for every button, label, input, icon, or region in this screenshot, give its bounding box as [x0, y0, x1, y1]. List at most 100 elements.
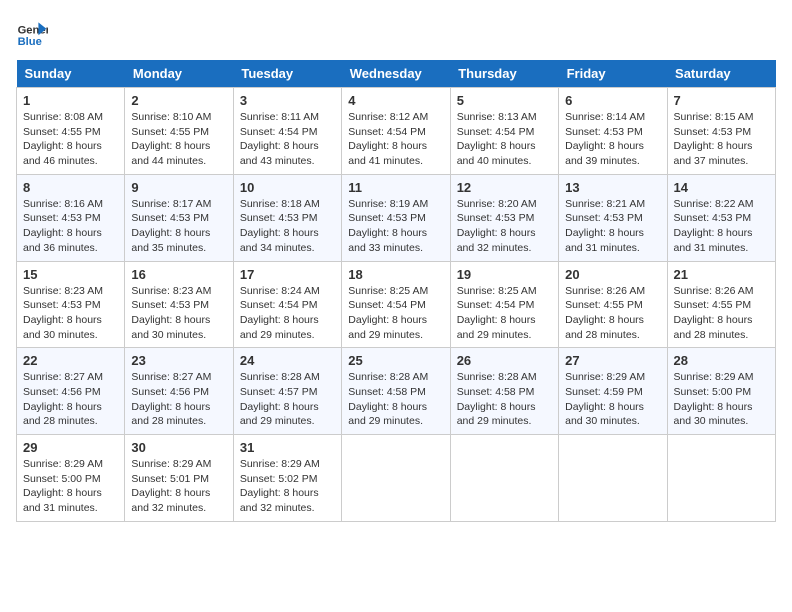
calendar-cell-25: 25 Sunrise: 8:28 AM Sunset: 4:58 PM Dayl… — [342, 348, 450, 435]
day-number: 30 — [131, 440, 226, 455]
page-header: General Blue — [16, 16, 776, 48]
cell-info: Sunrise: 8:26 AM Sunset: 4:55 PM Dayligh… — [565, 284, 660, 343]
day-number: 19 — [457, 267, 552, 282]
day-header-friday: Friday — [559, 60, 667, 88]
day-number: 24 — [240, 353, 335, 368]
calendar-cell-21: 21 Sunrise: 8:26 AM Sunset: 4:55 PM Dayl… — [667, 261, 775, 348]
day-header-saturday: Saturday — [667, 60, 775, 88]
day-number: 16 — [131, 267, 226, 282]
day-number: 4 — [348, 93, 443, 108]
logo-icon: General Blue — [16, 16, 48, 48]
calendar-cell-19: 19 Sunrise: 8:25 AM Sunset: 4:54 PM Dayl… — [450, 261, 558, 348]
calendar-cell-11: 11 Sunrise: 8:19 AM Sunset: 4:53 PM Dayl… — [342, 174, 450, 261]
cell-info: Sunrise: 8:25 AM Sunset: 4:54 PM Dayligh… — [348, 284, 443, 343]
calendar-cell-20: 20 Sunrise: 8:26 AM Sunset: 4:55 PM Dayl… — [559, 261, 667, 348]
cell-info: Sunrise: 8:11 AM Sunset: 4:54 PM Dayligh… — [240, 110, 335, 169]
empty-cell — [667, 435, 775, 522]
day-number: 7 — [674, 93, 769, 108]
calendar-cell-26: 26 Sunrise: 8:28 AM Sunset: 4:58 PM Dayl… — [450, 348, 558, 435]
day-number: 29 — [23, 440, 118, 455]
cell-info: Sunrise: 8:28 AM Sunset: 4:58 PM Dayligh… — [348, 370, 443, 429]
cell-info: Sunrise: 8:25 AM Sunset: 4:54 PM Dayligh… — [457, 284, 552, 343]
cell-info: Sunrise: 8:17 AM Sunset: 4:53 PM Dayligh… — [131, 197, 226, 256]
calendar-cell-18: 18 Sunrise: 8:25 AM Sunset: 4:54 PM Dayl… — [342, 261, 450, 348]
day-header-wednesday: Wednesday — [342, 60, 450, 88]
day-header-sunday: Sunday — [17, 60, 125, 88]
cell-info: Sunrise: 8:10 AM Sunset: 4:55 PM Dayligh… — [131, 110, 226, 169]
cell-info: Sunrise: 8:16 AM Sunset: 4:53 PM Dayligh… — [23, 197, 118, 256]
day-number: 11 — [348, 180, 443, 195]
cell-info: Sunrise: 8:08 AM Sunset: 4:55 PM Dayligh… — [23, 110, 118, 169]
day-number: 28 — [674, 353, 769, 368]
calendar-table: SundayMondayTuesdayWednesdayThursdayFrid… — [16, 60, 776, 522]
cell-info: Sunrise: 8:24 AM Sunset: 4:54 PM Dayligh… — [240, 284, 335, 343]
empty-cell — [450, 435, 558, 522]
day-number: 21 — [674, 267, 769, 282]
day-number: 1 — [23, 93, 118, 108]
day-number: 17 — [240, 267, 335, 282]
cell-info: Sunrise: 8:29 AM Sunset: 5:02 PM Dayligh… — [240, 457, 335, 516]
calendar-cell-29: 29 Sunrise: 8:29 AM Sunset: 5:00 PM Dayl… — [17, 435, 125, 522]
calendar-cell-2: 2 Sunrise: 8:10 AM Sunset: 4:55 PM Dayli… — [125, 88, 233, 175]
day-number: 13 — [565, 180, 660, 195]
cell-info: Sunrise: 8:18 AM Sunset: 4:53 PM Dayligh… — [240, 197, 335, 256]
cell-info: Sunrise: 8:28 AM Sunset: 4:58 PM Dayligh… — [457, 370, 552, 429]
cell-info: Sunrise: 8:13 AM Sunset: 4:54 PM Dayligh… — [457, 110, 552, 169]
calendar-cell-27: 27 Sunrise: 8:29 AM Sunset: 4:59 PM Dayl… — [559, 348, 667, 435]
calendar-cell-10: 10 Sunrise: 8:18 AM Sunset: 4:53 PM Dayl… — [233, 174, 341, 261]
cell-info: Sunrise: 8:20 AM Sunset: 4:53 PM Dayligh… — [457, 197, 552, 256]
calendar-cell-15: 15 Sunrise: 8:23 AM Sunset: 4:53 PM Dayl… — [17, 261, 125, 348]
day-number: 2 — [131, 93, 226, 108]
calendar-cell-23: 23 Sunrise: 8:27 AM Sunset: 4:56 PM Dayl… — [125, 348, 233, 435]
cell-info: Sunrise: 8:29 AM Sunset: 5:00 PM Dayligh… — [23, 457, 118, 516]
day-header-tuesday: Tuesday — [233, 60, 341, 88]
cell-info: Sunrise: 8:21 AM Sunset: 4:53 PM Dayligh… — [565, 197, 660, 256]
calendar-cell-30: 30 Sunrise: 8:29 AM Sunset: 5:01 PM Dayl… — [125, 435, 233, 522]
day-number: 18 — [348, 267, 443, 282]
calendar-cell-22: 22 Sunrise: 8:27 AM Sunset: 4:56 PM Dayl… — [17, 348, 125, 435]
day-number: 22 — [23, 353, 118, 368]
cell-info: Sunrise: 8:27 AM Sunset: 4:56 PM Dayligh… — [23, 370, 118, 429]
cell-info: Sunrise: 8:29 AM Sunset: 4:59 PM Dayligh… — [565, 370, 660, 429]
day-number: 15 — [23, 267, 118, 282]
day-number: 6 — [565, 93, 660, 108]
cell-info: Sunrise: 8:14 AM Sunset: 4:53 PM Dayligh… — [565, 110, 660, 169]
calendar-cell-4: 4 Sunrise: 8:12 AM Sunset: 4:54 PM Dayli… — [342, 88, 450, 175]
day-number: 5 — [457, 93, 552, 108]
cell-info: Sunrise: 8:29 AM Sunset: 5:00 PM Dayligh… — [674, 370, 769, 429]
day-number: 26 — [457, 353, 552, 368]
calendar-cell-5: 5 Sunrise: 8:13 AM Sunset: 4:54 PM Dayli… — [450, 88, 558, 175]
day-number: 23 — [131, 353, 226, 368]
calendar-cell-12: 12 Sunrise: 8:20 AM Sunset: 4:53 PM Dayl… — [450, 174, 558, 261]
calendar-cell-28: 28 Sunrise: 8:29 AM Sunset: 5:00 PM Dayl… — [667, 348, 775, 435]
calendar-cell-31: 31 Sunrise: 8:29 AM Sunset: 5:02 PM Dayl… — [233, 435, 341, 522]
empty-cell — [342, 435, 450, 522]
logo: General Blue — [16, 16, 48, 48]
day-number: 27 — [565, 353, 660, 368]
calendar-cell-6: 6 Sunrise: 8:14 AM Sunset: 4:53 PM Dayli… — [559, 88, 667, 175]
day-number: 20 — [565, 267, 660, 282]
calendar-cell-17: 17 Sunrise: 8:24 AM Sunset: 4:54 PM Dayl… — [233, 261, 341, 348]
svg-text:Blue: Blue — [18, 36, 42, 48]
cell-info: Sunrise: 8:12 AM Sunset: 4:54 PM Dayligh… — [348, 110, 443, 169]
cell-info: Sunrise: 8:22 AM Sunset: 4:53 PM Dayligh… — [674, 197, 769, 256]
day-number: 12 — [457, 180, 552, 195]
day-number: 3 — [240, 93, 335, 108]
day-number: 14 — [674, 180, 769, 195]
calendar-cell-14: 14 Sunrise: 8:22 AM Sunset: 4:53 PM Dayl… — [667, 174, 775, 261]
calendar-cell-13: 13 Sunrise: 8:21 AM Sunset: 4:53 PM Dayl… — [559, 174, 667, 261]
day-header-monday: Monday — [125, 60, 233, 88]
calendar-cell-24: 24 Sunrise: 8:28 AM Sunset: 4:57 PM Dayl… — [233, 348, 341, 435]
cell-info: Sunrise: 8:28 AM Sunset: 4:57 PM Dayligh… — [240, 370, 335, 429]
calendar-cell-9: 9 Sunrise: 8:17 AM Sunset: 4:53 PM Dayli… — [125, 174, 233, 261]
cell-info: Sunrise: 8:23 AM Sunset: 4:53 PM Dayligh… — [131, 284, 226, 343]
calendar-cell-8: 8 Sunrise: 8:16 AM Sunset: 4:53 PM Dayli… — [17, 174, 125, 261]
cell-info: Sunrise: 8:26 AM Sunset: 4:55 PM Dayligh… — [674, 284, 769, 343]
cell-info: Sunrise: 8:29 AM Sunset: 5:01 PM Dayligh… — [131, 457, 226, 516]
calendar-cell-1: 1 Sunrise: 8:08 AM Sunset: 4:55 PM Dayli… — [17, 88, 125, 175]
cell-info: Sunrise: 8:23 AM Sunset: 4:53 PM Dayligh… — [23, 284, 118, 343]
cell-info: Sunrise: 8:19 AM Sunset: 4:53 PM Dayligh… — [348, 197, 443, 256]
day-number: 25 — [348, 353, 443, 368]
calendar-cell-7: 7 Sunrise: 8:15 AM Sunset: 4:53 PM Dayli… — [667, 88, 775, 175]
day-header-thursday: Thursday — [450, 60, 558, 88]
